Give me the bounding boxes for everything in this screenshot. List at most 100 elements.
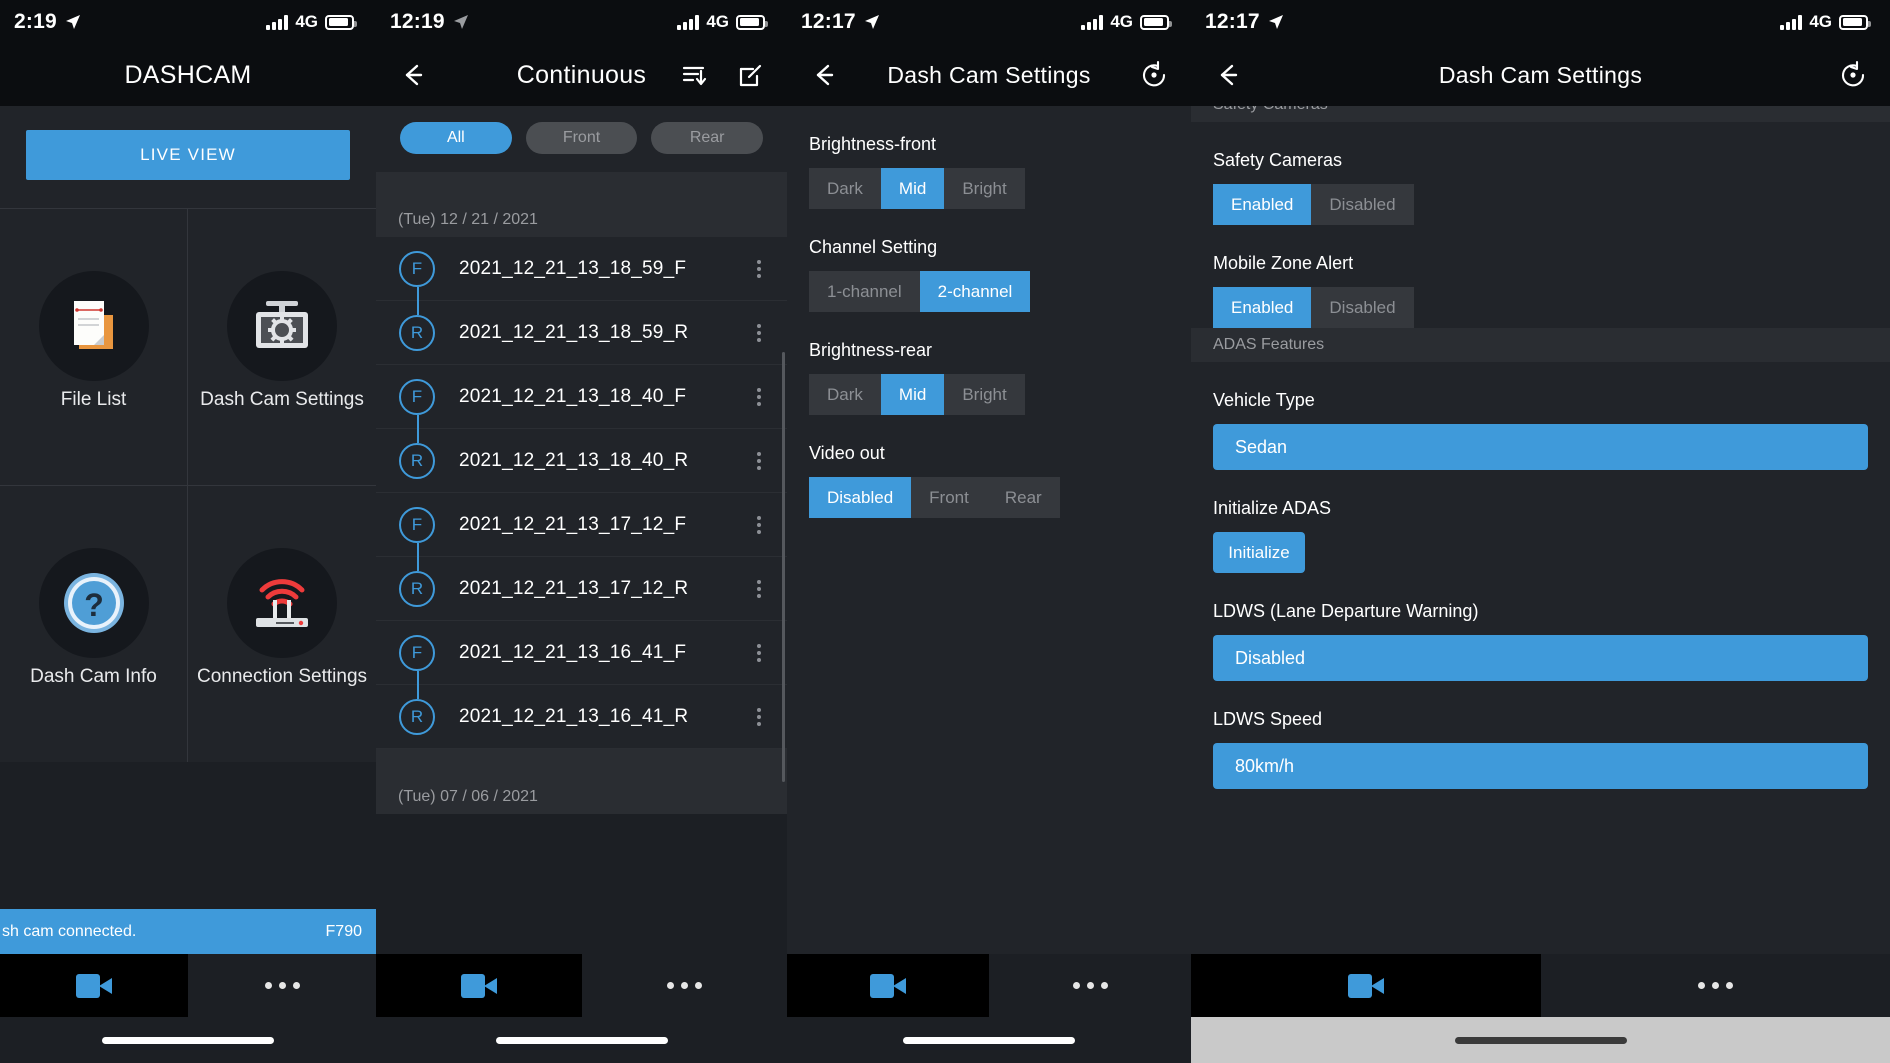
row-menu-icon[interactable]	[757, 707, 761, 726]
sort-descending-icon[interactable]	[677, 58, 711, 92]
setting-initialize-adas: Initialize ADAS Initialize	[1213, 470, 1868, 573]
ldws-speed-select[interactable]: 80km/h	[1213, 743, 1868, 789]
table-row[interactable]: F 2021_12_21_13_17_12_F	[376, 493, 787, 571]
edit-square-icon[interactable]	[733, 58, 767, 92]
nav-actions	[1836, 58, 1870, 92]
option-disabled[interactable]: Disabled	[1311, 184, 1414, 225]
option-dark[interactable]: Dark	[809, 168, 881, 209]
live-view-button[interactable]: LIVE VIEW	[26, 130, 350, 180]
pair-connector	[417, 287, 419, 315]
tab-video[interactable]	[0, 954, 188, 1017]
nav-bar: DASHCAM	[0, 44, 376, 106]
settings-list: Safety Cameras Safety Cameras Enabled Di…	[1191, 88, 1890, 1063]
setting-label: Brightness-rear	[809, 340, 933, 360]
channel-badge: R	[399, 442, 435, 479]
live-view-section: LIVE VIEW	[0, 106, 376, 208]
filter-rear[interactable]: Rear	[651, 122, 764, 154]
option-front[interactable]: Front	[911, 477, 987, 518]
status-right: 4G	[677, 12, 768, 32]
back-arrow-icon[interactable]	[1211, 58, 1245, 92]
option-1-channel[interactable]: 1-channel	[809, 271, 920, 312]
ldws-select[interactable]: Disabled	[1213, 635, 1868, 681]
tab-more[interactable]	[188, 954, 376, 1017]
battery-icon	[736, 14, 768, 30]
status-left: 12:19	[390, 10, 469, 34]
initialize-button[interactable]: Initialize	[1213, 532, 1305, 573]
row-menu-icon[interactable]	[757, 259, 761, 278]
option-enabled[interactable]: Enabled	[1213, 287, 1312, 328]
row-menu-icon[interactable]	[757, 387, 761, 406]
setting-vehicle-type: Vehicle Type Sedan	[1213, 362, 1868, 470]
status-left: 2:19	[14, 10, 81, 34]
table-row[interactable]: R 2021_12_21_13_18_59_R	[376, 301, 787, 365]
table-row[interactable]: F 2021_12_21_13_18_59_F	[376, 237, 787, 315]
row-menu-icon[interactable]	[757, 643, 761, 662]
option-2-channel[interactable]: 2-channel	[919, 271, 1031, 312]
pair-connector	[417, 543, 419, 571]
status-right: 4G	[1780, 12, 1871, 32]
reset-target-icon[interactable]	[1836, 58, 1870, 92]
tab-more[interactable]	[989, 954, 1191, 1017]
row-menu-icon[interactable]	[757, 515, 761, 534]
status-bar: 2:19 4G	[0, 0, 376, 44]
option-bright[interactable]: Bright	[944, 168, 1025, 209]
filter-front[interactable]: Front	[525, 122, 638, 154]
tile-connection-settings[interactable]: Connection Settings	[188, 485, 376, 762]
nav-bar: Dash Cam Settings	[1191, 44, 1890, 106]
file-name: 2021_12_21_13_18_59_F	[459, 257, 687, 279]
row-menu-icon[interactable]	[757, 451, 761, 470]
setting-label: Channel Setting	[809, 237, 938, 257]
option-disabled[interactable]: Disabled	[809, 477, 912, 518]
tile-dash-cam-settings[interactable]: Dash Cam Settings	[188, 208, 376, 485]
segmented-control: Enabled Disabled	[1213, 287, 1868, 328]
tab-more[interactable]	[582, 954, 788, 1017]
tile-label: Dash Cam Settings	[200, 389, 364, 410]
option-mid[interactable]: Mid	[880, 168, 945, 209]
tab-more[interactable]	[1541, 954, 1890, 1017]
tab-bar	[787, 954, 1191, 1063]
table-row[interactable]: R 2021_12_21_13_16_41_R	[376, 685, 787, 749]
nav-actions	[1137, 58, 1171, 92]
status-bar: 12:17 4G	[1191, 0, 1890, 44]
home-indicator-area	[787, 1017, 1191, 1063]
option-mid[interactable]: Mid	[880, 374, 945, 415]
signal-bars-icon	[266, 14, 289, 30]
option-bright[interactable]: Bright	[944, 374, 1025, 415]
screen-settings-adas: 12:17 4G Dash Cam Settings Safety Camera…	[1191, 0, 1890, 1063]
tile-file-list[interactable]: File List	[0, 208, 188, 485]
tile-label: File List	[60, 389, 127, 410]
row-menu-icon[interactable]	[757, 579, 761, 598]
question-mark-icon: ?	[38, 548, 149, 658]
network-type-label: 4G	[1110, 12, 1133, 31]
row-menu-icon[interactable]	[757, 323, 761, 342]
setting-mobile-zone-alert: Mobile Zone Alert Enabled Disabled	[1213, 225, 1868, 328]
option-rear[interactable]: Rear	[986, 477, 1060, 518]
more-dots-icon	[1697, 982, 1733, 989]
back-arrow-icon[interactable]	[807, 58, 841, 92]
table-row[interactable]: F 2021_12_21_13_16_41_F	[376, 621, 787, 699]
reset-target-icon[interactable]	[1137, 58, 1171, 92]
scrollbar-thumb[interactable]	[782, 352, 785, 782]
tab-video[interactable]	[376, 954, 582, 1017]
option-enabled[interactable]: Enabled	[1213, 184, 1312, 225]
banner-model: F790	[325, 922, 362, 940]
vehicle-type-select[interactable]: Sedan	[1213, 424, 1868, 470]
more-dots-icon	[264, 982, 300, 989]
pair-connector	[417, 671, 419, 699]
tab-video[interactable]	[787, 954, 989, 1017]
table-row[interactable]: R 2021_12_21_13_18_40_R	[376, 429, 787, 493]
file-list-scroll[interactable]: (Tue) 12 / 21 / 2021 F 2021_12_21_13_18_…	[376, 172, 787, 1063]
filter-all[interactable]: All	[400, 122, 512, 154]
settings-list: Brightness-front Dark Mid Bright Channel…	[787, 106, 1191, 1063]
tab-video[interactable]	[1191, 954, 1541, 1017]
option-dark[interactable]: Dark	[809, 374, 881, 415]
home-tile-grid: File List Dash Cam Settings ? Dash Cam I…	[0, 208, 376, 762]
tile-dash-cam-info[interactable]: ? Dash Cam Info	[0, 485, 188, 762]
video-camera-icon	[460, 973, 497, 998]
table-row[interactable]: F 2021_12_21_13_18_40_F	[376, 365, 787, 443]
filter-segment-bar: All Front Rear	[376, 106, 787, 172]
option-disabled[interactable]: Disabled	[1311, 287, 1414, 328]
tile-label: Connection Settings	[196, 666, 368, 687]
table-row[interactable]: R 2021_12_21_13_17_12_R	[376, 557, 787, 621]
back-arrow-icon[interactable]	[396, 58, 430, 92]
